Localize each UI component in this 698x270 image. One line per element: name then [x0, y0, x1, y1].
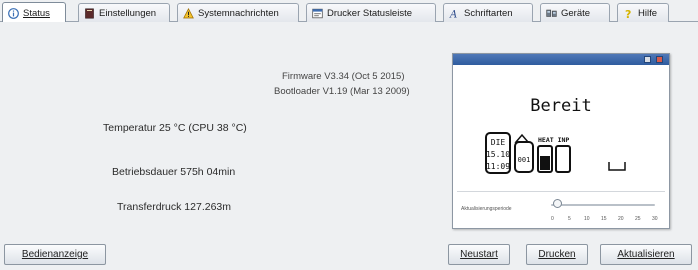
- lcd-date: 15.10: [486, 150, 510, 159]
- tab-bar: Status Einstellungen Systemnachrichten D…: [0, 0, 698, 23]
- ribbon-level-icon: [537, 145, 553, 173]
- bootloader-version: Bootloader V1.19 (Mar 13 2009): [274, 86, 410, 97]
- tick-label: 10: [584, 216, 590, 222]
- tick-label: 25: [635, 216, 641, 222]
- settings-book-icon: [85, 8, 94, 18]
- tray-icon: [608, 162, 626, 171]
- refresh-button-label: Aktualisieren: [617, 249, 675, 260]
- tab-status[interactable]: Status: [2, 2, 66, 23]
- tab-schriftarten-label: Schriftarten: [464, 7, 513, 19]
- lcd-date-day: DIE: [491, 138, 506, 147]
- printer-display-titlebar: [453, 54, 669, 65]
- info-icon: [8, 7, 19, 19]
- temperature-readout: Temperatur 25 °C (CPU 38 °C): [103, 122, 247, 134]
- restart-button-label: Neustart: [460, 249, 498, 260]
- operating-time-readout: Betriebsdauer 575h 04min: [112, 166, 236, 178]
- operator-panel-button[interactable]: Bedienanzeige: [4, 244, 106, 265]
- warning-icon: [183, 7, 194, 18]
- tick-label: 20: [618, 216, 624, 222]
- statusbar-icon: [312, 8, 323, 18]
- tab-status-label: Status: [23, 7, 50, 19]
- tab-systemnachrichten[interactable]: Systemnachrichten: [177, 3, 299, 22]
- tab-drucker-statusleiste-label: Drucker Statusleiste: [327, 7, 413, 19]
- tab-hilfe-label: Hilfe: [638, 7, 658, 19]
- lcd-counter: 001: [518, 156, 531, 164]
- svg-text:?: ?: [625, 8, 631, 19]
- tab-geraete[interactable]: Geräte: [540, 3, 610, 22]
- counter-icon: 001: [514, 133, 534, 173]
- lcd-time: 11:09: [486, 162, 510, 171]
- printer-status-text: Bereit: [530, 96, 592, 116]
- tick-label: 15: [601, 216, 607, 222]
- tick-label: 5: [568, 216, 571, 222]
- firmware-version: Firmware V3.34 (Oct 5 2015): [282, 71, 405, 82]
- status-panel: Firmware V3.34 (Oct 5 2015) Bootloader V…: [0, 22, 698, 238]
- help-icon: ?: [625, 8, 631, 19]
- tab-hilfe[interactable]: ? Hilfe: [617, 3, 669, 22]
- tab-einstellungen-label: Einstellungen: [99, 7, 157, 19]
- minimize-icon: [644, 56, 651, 63]
- refresh-period-control: Aktualisierungsperiode 0 5 10 15 20 25 3…: [457, 191, 665, 227]
- printer-display-preview: Bereit DIE 15.10 11:09 001 HEAT INP Aktu…: [452, 53, 670, 229]
- close-icon: [656, 56, 663, 63]
- refresh-period-label: Aktualisierungsperiode: [461, 206, 512, 212]
- datetime-icon: DIE 15.10 11:09: [485, 132, 511, 174]
- refresh-button[interactable]: Aktualisieren: [600, 244, 692, 265]
- print-button-label: Drucken: [538, 249, 576, 260]
- devices-icon: [546, 9, 557, 17]
- transfer-print-readout: Transferdruck 127.263m: [117, 201, 231, 213]
- tab-einstellungen[interactable]: Einstellungen: [78, 3, 170, 22]
- operator-panel-button-label: Bedienanzeige: [21, 249, 89, 260]
- label-level-icon: [555, 145, 571, 173]
- refresh-period-slider[interactable]: [553, 199, 562, 208]
- printer-lcd-screen: Bereit DIE 15.10 11:09 001 HEAT INP: [457, 68, 665, 186]
- tab-drucker-statusleiste[interactable]: Drucker Statusleiste: [306, 3, 436, 22]
- printer-status-icons: DIE 15.10 11:09 001 HEAT INP: [485, 132, 626, 174]
- tab-schriftarten[interactable]: A Schriftarten: [443, 3, 533, 22]
- refresh-period-track[interactable]: [551, 204, 655, 206]
- tick-label: 30: [652, 216, 658, 222]
- font-icon: A: [449, 9, 457, 19]
- tab-geraete-label: Geräte: [561, 7, 591, 19]
- tick-label: 0: [551, 216, 554, 222]
- lcd-head-labels: HEAT INP: [538, 136, 569, 144]
- svg-text:A: A: [449, 9, 457, 19]
- print-button[interactable]: Drucken: [526, 244, 588, 265]
- tab-systemnachrichten-label: Systemnachrichten: [198, 7, 279, 19]
- restart-button[interactable]: Neustart: [448, 244, 510, 265]
